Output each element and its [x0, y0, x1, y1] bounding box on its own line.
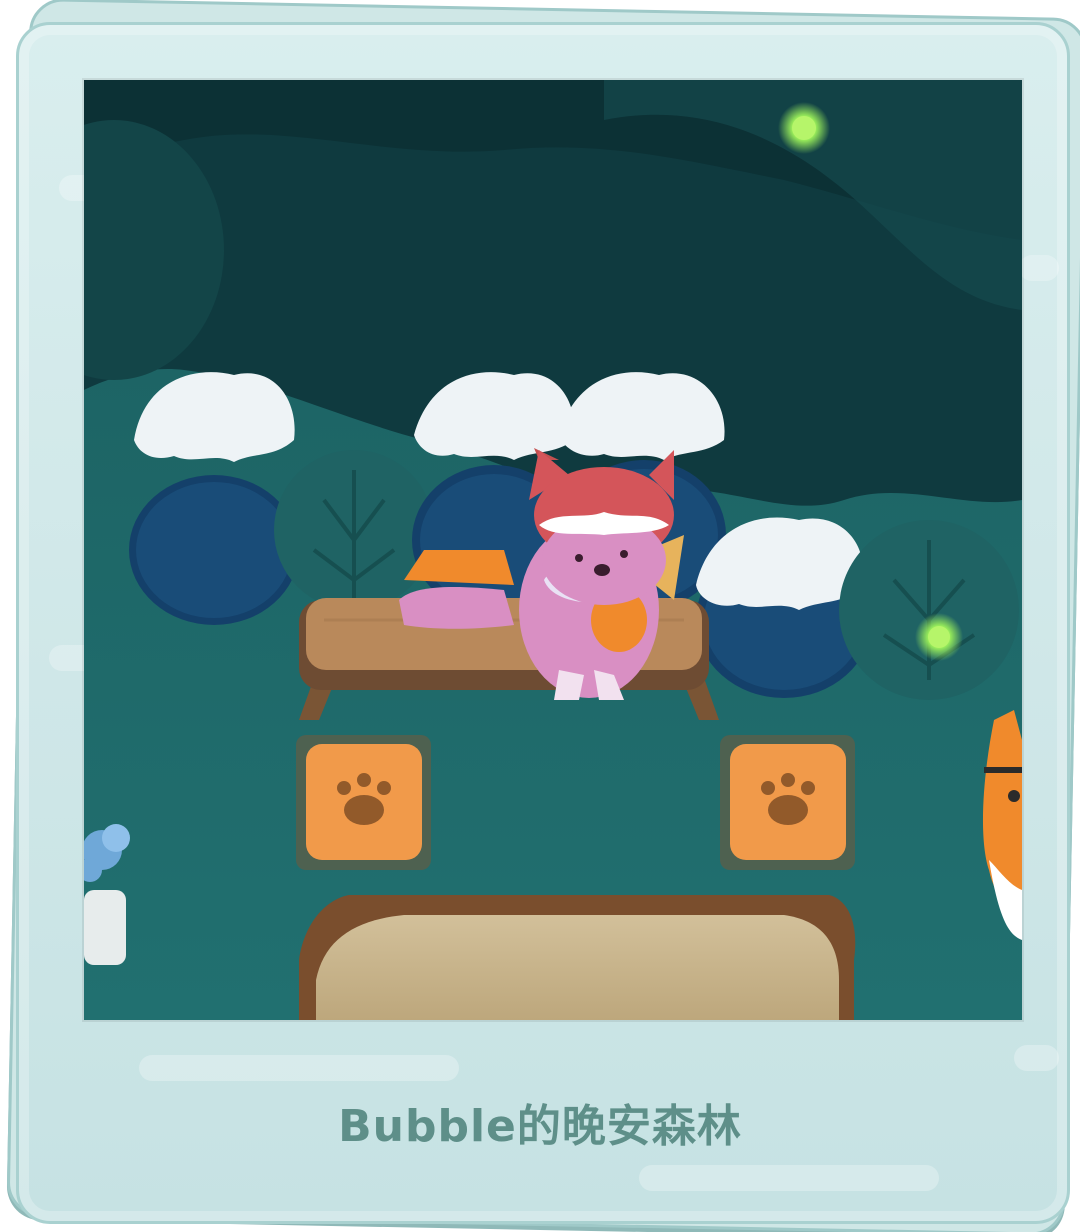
potted-flower-icon — [84, 824, 130, 965]
snow-bush-icon — [129, 372, 299, 625]
card-texture — [1019, 255, 1059, 281]
bush-icon — [274, 450, 434, 610]
paw-cushion-icon — [720, 735, 855, 870]
card-texture — [139, 1055, 459, 1081]
card-texture — [639, 1165, 939, 1191]
firefly-icon — [928, 626, 950, 648]
bush-icon — [839, 520, 1019, 700]
photo-caption: Bubble的晚安森林 — [338, 1101, 742, 1152]
firefly-icon — [792, 116, 816, 140]
card-texture — [1014, 1045, 1059, 1071]
photo-card-stage: Bubble的晚安森林 — [0, 0, 1080, 1232]
game-screenshot — [84, 80, 1022, 1020]
paw-cushion-icon — [296, 735, 431, 870]
rug-icon — [299, 895, 856, 1020]
